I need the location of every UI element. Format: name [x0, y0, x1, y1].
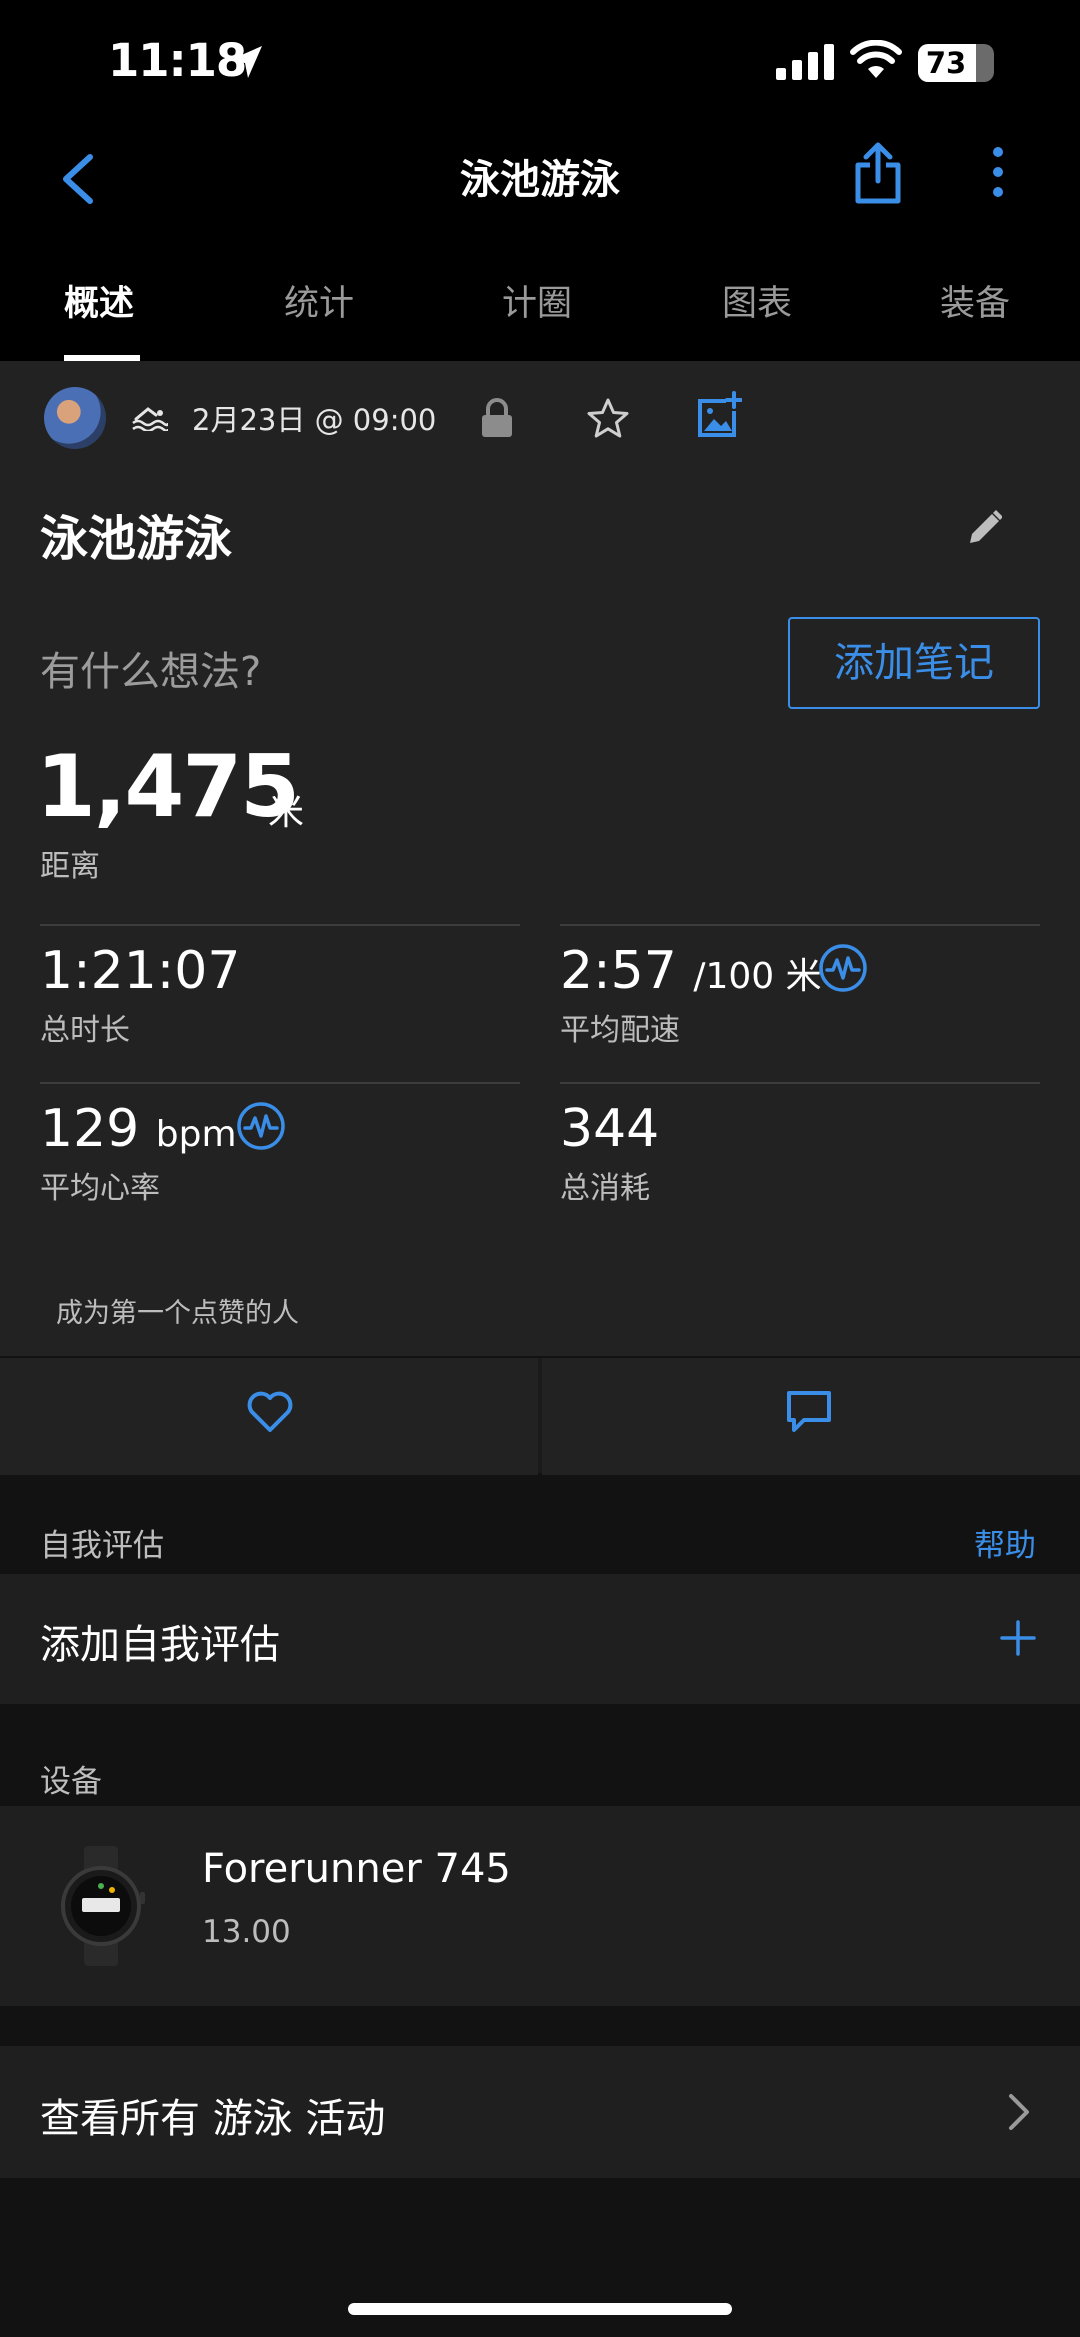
distance-unit: 米: [268, 792, 305, 833]
stat-divider: [40, 1082, 520, 1084]
tab-overview[interactable]: 概述: [64, 275, 134, 326]
stat-divider: [560, 1082, 1040, 1084]
activity-card: 2月23日 @ 09:00 泳池游泳 有什么想法? 添加笔记 1,475 米 距…: [0, 361, 1080, 1473]
first-like-text: 成为第一个点赞的人: [56, 1298, 299, 1329]
avatar[interactable]: [44, 387, 106, 449]
duration-label: 总时长: [40, 1013, 130, 1048]
battery-percent: 73: [925, 46, 967, 80]
device-version: 13.00: [202, 1914, 291, 1950]
pace-label: 平均配速: [560, 1013, 680, 1048]
heart-rate-value: 129: [40, 1099, 140, 1159]
lock-icon[interactable]: [480, 397, 514, 439]
tab-laps[interactable]: 计圈: [502, 275, 572, 326]
social-action-bar: [0, 1356, 1080, 1475]
heart-rate-zone-icon[interactable]: [818, 943, 868, 993]
nav-header: 泳池游泳: [0, 125, 1080, 235]
duration-value: 1:21:07: [40, 941, 241, 1001]
swim-icon: [132, 407, 168, 431]
page-title: 泳池游泳: [460, 157, 620, 203]
pencil-icon[interactable]: [966, 507, 1002, 547]
plus-icon: [1000, 1620, 1036, 1656]
tab-stats[interactable]: 统计: [284, 275, 354, 326]
thought-prompt[interactable]: 有什么想法?: [40, 639, 261, 697]
stat-divider: [40, 924, 520, 926]
heart-rate-value-group: 129 bpm: [40, 1099, 237, 1159]
device-name: Forerunner 745: [202, 1846, 511, 1892]
add-note-button[interactable]: 添加笔记: [788, 617, 1040, 709]
add-self-assessment-row[interactable]: 添加自我评估: [0, 1574, 1080, 1704]
add-self-assessment-label: 添加自我评估: [40, 1622, 280, 1668]
more-vertical-icon[interactable]: [990, 147, 1006, 203]
star-icon[interactable]: [586, 397, 630, 439]
heart-rate-unit: bpm: [155, 1114, 237, 1155]
comment-button[interactable]: [542, 1358, 1080, 1475]
self-assessment-section-label: 自我评估: [40, 1528, 164, 1564]
device-section-label: 设备: [40, 1764, 102, 1800]
help-link[interactable]: 帮助: [974, 1520, 1036, 1565]
chevron-left-icon[interactable]: [56, 151, 100, 207]
tab-bar: 概述 统计 计圈 图表 装备: [0, 235, 1080, 361]
location-arrow-icon: [230, 46, 262, 78]
share-icon[interactable]: [852, 141, 904, 205]
calories-value: 344: [560, 1099, 660, 1159]
tab-charts[interactable]: 图表: [722, 275, 792, 326]
heart-rate-zone-icon[interactable]: [236, 1101, 286, 1151]
comment-icon: [787, 1391, 831, 1432]
chevron-right-icon: [1009, 2094, 1029, 2130]
activity-date: 2月23日 @ 09:00: [192, 403, 437, 437]
stat-divider: [560, 924, 1040, 926]
battery-indicator: 73: [918, 44, 994, 82]
status-bar: 11:18 73: [0, 0, 1080, 125]
add-photo-icon[interactable]: [696, 391, 742, 439]
view-all-label: 查看所有 游泳 活动: [40, 2096, 386, 2142]
distance-value: 1,475: [36, 737, 300, 837]
pace-value: 2:57: [560, 941, 677, 1001]
battery-tip: [988, 56, 994, 70]
distance-label: 距离: [40, 849, 100, 884]
heart-icon: [247, 1391, 293, 1432]
pace-value-group: 2:57 /100 米: [560, 941, 822, 1001]
home-indicator[interactable]: [348, 2303, 732, 2315]
cellular-signal-icon: [776, 44, 834, 80]
activity-title: 泳池游泳: [40, 511, 233, 567]
calories-label: 总消耗: [560, 1171, 650, 1206]
tab-gear[interactable]: 装备: [940, 275, 1010, 326]
watch-icon: [61, 1846, 145, 1966]
wifi-icon: [850, 40, 902, 78]
view-all-swim-activities-row[interactable]: 查看所有 游泳 活动: [0, 2046, 1080, 2178]
like-button[interactable]: [0, 1358, 538, 1475]
pace-unit: /100 米: [693, 956, 822, 997]
device-row[interactable]: Forerunner 745 13.00: [0, 1806, 1080, 2006]
heart-rate-label: 平均心率: [40, 1171, 160, 1206]
